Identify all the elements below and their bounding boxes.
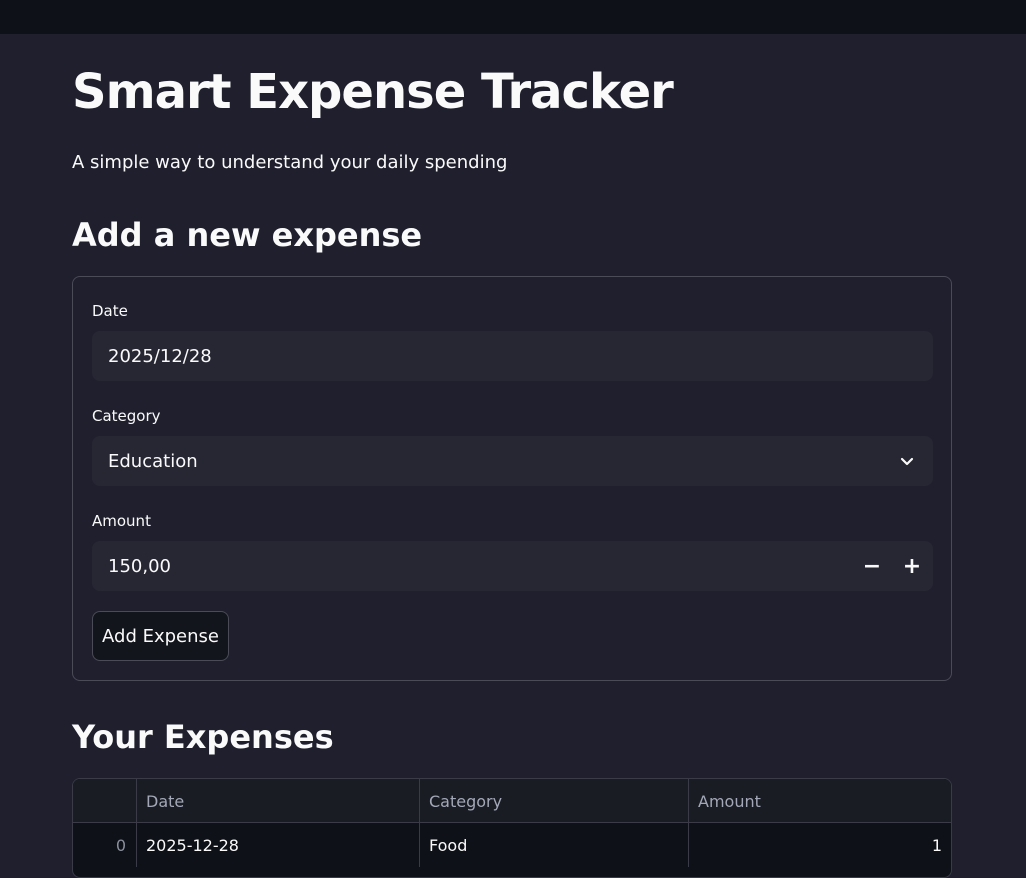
category-cell[interactable]: Food bbox=[420, 823, 689, 867]
column-header-date[interactable]: Date bbox=[137, 779, 420, 823]
add-expense-heading: Add a new expense bbox=[72, 216, 423, 254]
category-value: Education bbox=[108, 450, 198, 472]
date-input[interactable]: 2025/12/28 bbox=[92, 331, 933, 381]
column-header-amount[interactable]: Amount bbox=[689, 779, 951, 823]
category-select[interactable]: Education bbox=[92, 436, 933, 486]
column-header-index[interactable] bbox=[73, 779, 137, 823]
date-label: Date bbox=[92, 302, 128, 320]
date-value: 2025/12/28 bbox=[108, 345, 212, 367]
your-expenses-heading: Your Expenses bbox=[72, 718, 334, 756]
amount-input[interactable]: 150,00 − + bbox=[92, 541, 933, 591]
amount-value: 150,00 bbox=[108, 555, 171, 577]
expenses-table[interactable]: Date Category Amount 0 2025-12-28 Food 1 bbox=[72, 778, 952, 878]
add-expense-button[interactable]: Add Expense bbox=[92, 611, 229, 661]
top-header-bar bbox=[0, 0, 1026, 34]
date-cell[interactable]: 2025-12-28 bbox=[137, 823, 420, 867]
page-title: Smart Expense Tracker bbox=[72, 64, 674, 120]
row-index-cell[interactable]: 0 bbox=[73, 823, 137, 867]
category-label: Category bbox=[92, 407, 161, 425]
decrement-button[interactable]: − bbox=[852, 541, 892, 591]
amount-cell[interactable]: 1 bbox=[689, 823, 951, 867]
increment-button[interactable]: + bbox=[892, 541, 932, 591]
page-subtitle: A simple way to understand your daily sp… bbox=[72, 152, 508, 173]
table-row: 0 2025-12-28 Food 1 bbox=[73, 823, 951, 867]
expense-form: Date 2025/12/28 Category Education Amoun… bbox=[72, 276, 952, 681]
chevron-down-icon bbox=[900, 457, 914, 466]
amount-label: Amount bbox=[92, 512, 151, 530]
table-header-row: Date Category Amount bbox=[73, 779, 951, 823]
column-header-category[interactable]: Category bbox=[420, 779, 689, 823]
